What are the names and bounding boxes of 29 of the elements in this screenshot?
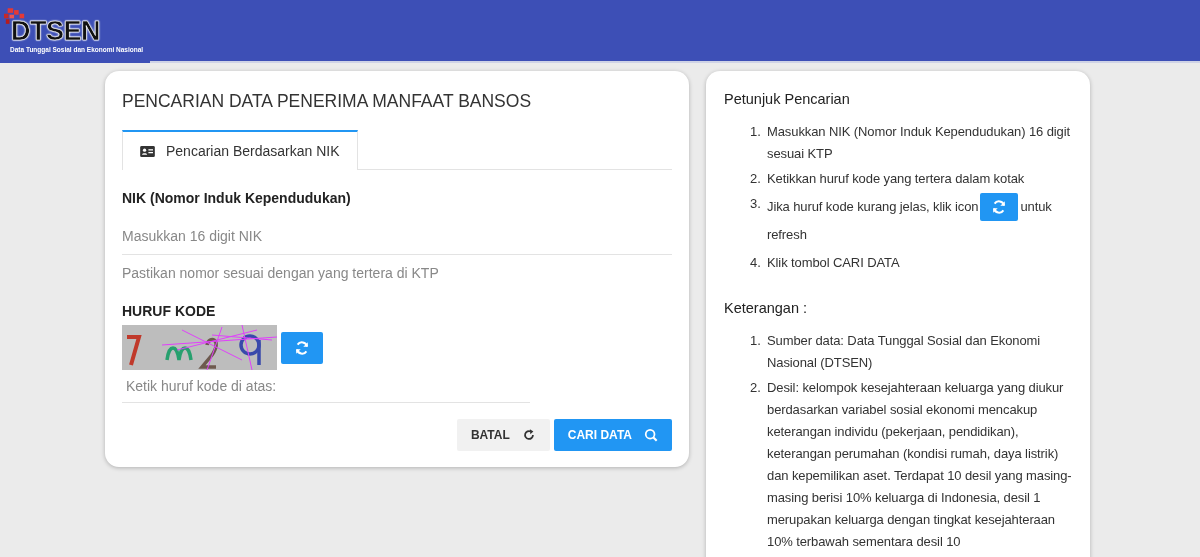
logo-text: DTSEN [11, 16, 100, 47]
list-number: 3. [750, 195, 762, 213]
list-text: Jika huruf kode kurang jelas, klik icon [767, 198, 979, 216]
refresh-icon [294, 339, 310, 356]
list-number: 4. [750, 254, 762, 272]
list-text: Ketikkan huruf kode yang tertera dalam kotak [767, 170, 1025, 188]
list-text: Sumber data: Data Tunggal Sosial dan Ekonomi Nasional (DTSEN) [767, 332, 1042, 372]
list-text: untuk [1020, 198, 1052, 216]
refresh-button[interactable] [281, 331, 323, 364]
section-title: Petunjuk Pencarian [724, 91, 851, 107]
tab[interactable]: Pencarian Berdasarkan NIK [122, 130, 358, 170]
list-text: Klik tombol CARI DATA [767, 254, 900, 272]
cancel-button[interactable]: BATAL [456, 419, 550, 451]
section-title: Keterangan : [724, 300, 809, 316]
list-number: 1. [750, 332, 762, 350]
field-hint: Pastikan nomor sesuai dengan yang tertera di KTP [122, 265, 440, 281]
field-label: HURUF KODE [122, 303, 217, 319]
list-text: Masukkan NIK (Nomor Induk Kependudukan) 16 digit sesuai KTP [767, 123, 1072, 163]
list-text: refresh [767, 226, 808, 244]
reload-icon [521, 428, 536, 442]
field-label: NIK (Nomor Induk Kependudukan) [122, 190, 352, 206]
list-text: Desil: kelompok kesejahteraan keluarga yang diukur berdasarkan variabel sosial ekonomi mencakup keterangan individu (pekerjaan, pendidikan), keterangan perumahan (kondisi rumah, daya listrik) dan kepemilikan aset. Terdapat 10 desil yang masing-masing berisi 10% keluarga di Indonesia, desil 1 merupakan keluarga dengan tingkat kesejahteraan 10% terbawah sementara desil 10 [767, 379, 1073, 551]
list-number: 1. [750, 123, 762, 141]
id-card-icon [140, 145, 155, 157]
list-number: 2. [750, 170, 762, 188]
list-number: 2. [750, 379, 762, 397]
refresh-icon [991, 199, 1008, 215]
search-icon [644, 428, 658, 442]
card-title: PENCARIAN DATA PENERIMA MANFAAT BANSOS [122, 91, 533, 112]
